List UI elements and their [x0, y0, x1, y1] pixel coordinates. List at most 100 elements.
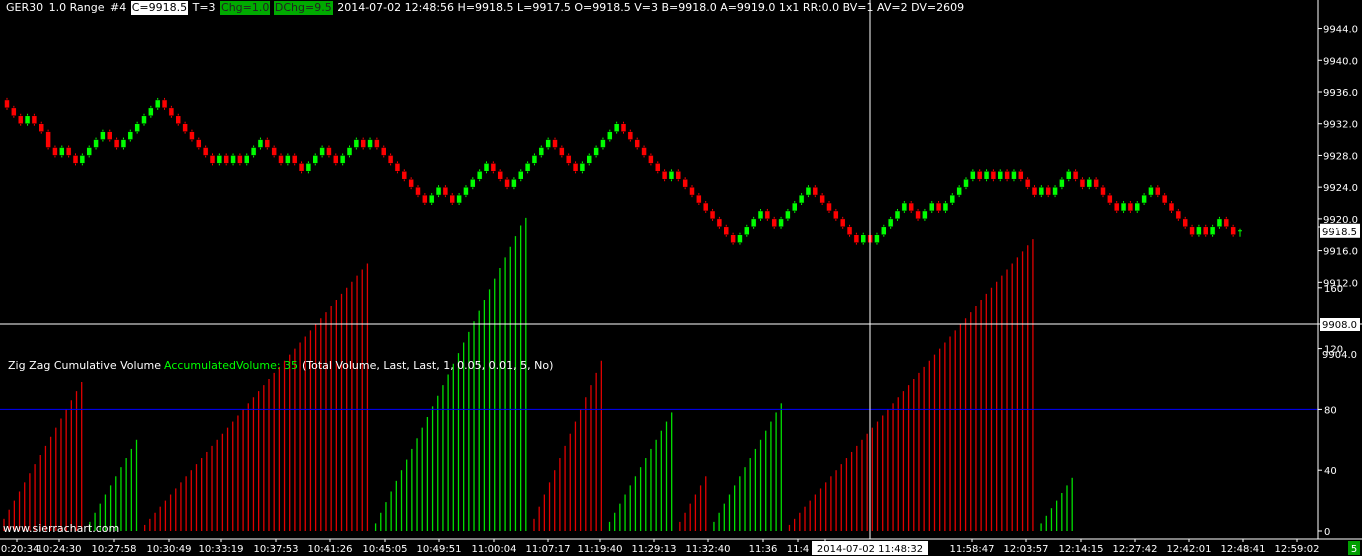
- price-bar: [449, 194, 455, 204]
- price-bar: [956, 186, 962, 196]
- price-bar: [367, 139, 373, 148]
- price-bar: [504, 178, 510, 188]
- price-bar: [593, 147, 599, 156]
- price-bar: [1031, 186, 1038, 196]
- time-tick-label: 12:14:15: [1059, 544, 1104, 555]
- price-bar: [497, 171, 503, 180]
- time-tick-label: 11:32:40: [686, 544, 731, 555]
- price-bar: [634, 139, 640, 148]
- price-tick-label: 9936.0: [1323, 88, 1358, 99]
- price-bar: [689, 186, 695, 196]
- price-bar: [908, 202, 914, 212]
- price-bar: [538, 147, 545, 156]
- price-bar: [38, 123, 44, 132]
- price-bar: [935, 202, 942, 212]
- watermark: www.sierrachart.com: [3, 522, 119, 535]
- study-params: (Total Volume, Last, Last, 1, 0.05, 0.01…: [302, 359, 553, 372]
- price-bar: [983, 171, 990, 180]
- price-bar: [237, 155, 243, 164]
- price-bar: [696, 194, 702, 204]
- corner-badge: 5: [1351, 544, 1357, 555]
- time-tick-label: 10:41:26: [308, 544, 353, 555]
- price-bar: [812, 186, 819, 196]
- time-tick-label: 10:37:53: [254, 544, 299, 555]
- price-bar: [346, 147, 353, 156]
- price-bar: [1223, 218, 1230, 228]
- price-bar: [661, 171, 668, 180]
- time-tick-label: 10:24:30: [37, 544, 82, 555]
- price-bar: [381, 147, 387, 156]
- price-bar: [168, 107, 175, 117]
- price-bar: [113, 139, 120, 148]
- price-bar: [127, 131, 134, 140]
- price-bar: [641, 147, 647, 156]
- price-bar: [552, 139, 558, 148]
- volume-tick-label: 40: [1324, 466, 1337, 477]
- price-bar: [559, 147, 565, 156]
- time-tick-label: 11:00:04: [472, 544, 517, 555]
- price-bar: [750, 218, 757, 228]
- price-bar: [545, 139, 551, 148]
- price-bar: [757, 210, 764, 220]
- price-bar: [1079, 178, 1086, 188]
- time-tick-label: 11:07:17: [526, 544, 571, 555]
- price-bar: [1011, 171, 1017, 180]
- price-bar: [490, 163, 497, 172]
- price-bar: [963, 178, 969, 188]
- price-bar: [45, 131, 51, 148]
- price-bar: [360, 139, 366, 148]
- price-bar: [860, 234, 866, 243]
- price-bar: [1024, 178, 1031, 188]
- price-bar: [620, 123, 627, 132]
- price-bar: [668, 171, 675, 180]
- price-bar: [1100, 186, 1106, 196]
- price-bar: [353, 139, 360, 148]
- volume-tick-label: 120: [1324, 345, 1343, 356]
- price-bar: [1196, 226, 1202, 235]
- volume-tick-label: 200: [1324, 223, 1343, 234]
- price-bar: [716, 218, 723, 228]
- price-bar: [839, 218, 846, 228]
- price-bar: [435, 186, 442, 196]
- price-bar: [702, 202, 709, 212]
- price-bar: [72, 155, 79, 164]
- price-bar: [730, 234, 736, 243]
- volume-tick-label: 80: [1324, 405, 1337, 416]
- price-bar: [463, 186, 469, 196]
- time-tick-label: 11:58:47: [950, 544, 995, 555]
- price-bar: [737, 234, 743, 243]
- price-bar: [216, 155, 223, 164]
- time-tick-label: 10:45:05: [363, 544, 408, 555]
- price-bar: [285, 155, 291, 164]
- price-bar: [607, 131, 613, 140]
- time-tick-label: 10:49:51: [417, 544, 462, 555]
- price-bar: [4, 99, 10, 109]
- price-bar: [264, 139, 271, 148]
- volume-tick-label: 0: [1324, 527, 1330, 538]
- price-bar: [853, 234, 860, 243]
- price-bar: [531, 155, 538, 164]
- price-bar: [278, 155, 284, 164]
- price-bar: [1134, 202, 1140, 212]
- price-bar: [894, 210, 901, 220]
- price-bar: [223, 155, 229, 164]
- time-tick-label: 10:20:34: [0, 544, 39, 555]
- price-bar: [949, 194, 956, 204]
- price-bar: [1209, 226, 1216, 235]
- chart-canvas[interactable]: 9944.09940.09936.09932.09928.09924.09920…: [0, 0, 1362, 556]
- price-bar: [244, 155, 250, 164]
- price-bar: [442, 186, 449, 196]
- price-bar: [565, 155, 572, 164]
- price-bar: [627, 131, 634, 140]
- price-bar: [1148, 186, 1154, 196]
- price-bar: [120, 139, 127, 148]
- price-tick-label: 9924.0: [1323, 183, 1358, 194]
- time-tick-label: 12:59:02: [1275, 544, 1320, 555]
- price-bar: [319, 147, 325, 156]
- price-tick-label: 9940.0: [1323, 56, 1358, 67]
- axes: 9944.09940.09936.09932.09928.09924.09920…: [0, 0, 1362, 555]
- price-bar: [401, 171, 408, 180]
- price-bar: [819, 194, 825, 204]
- study-value: AccumulatedVolume: 35: [164, 359, 298, 372]
- price-bar: [1141, 194, 1147, 204]
